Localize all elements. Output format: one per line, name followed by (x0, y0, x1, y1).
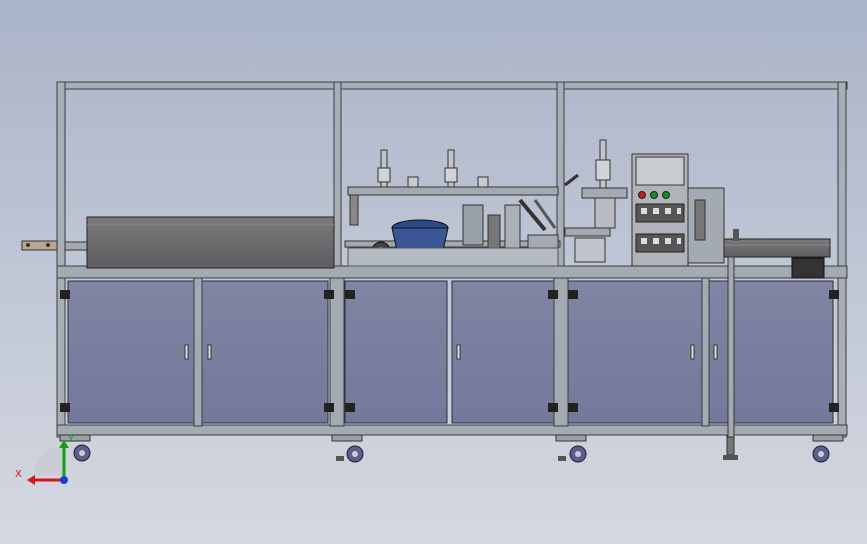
cad-viewport[interactable]: Y X (0, 0, 867, 544)
feed-conveyor (21, 216, 335, 269)
assembly-stations (344, 139, 628, 267)
control-panel (631, 153, 725, 267)
y-axis-label: Y (68, 434, 75, 445)
casters (59, 434, 844, 463)
machine-model[interactable] (0, 0, 867, 544)
x-axis-label: X (15, 469, 22, 480)
coordinate-triad-icon (27, 440, 69, 485)
